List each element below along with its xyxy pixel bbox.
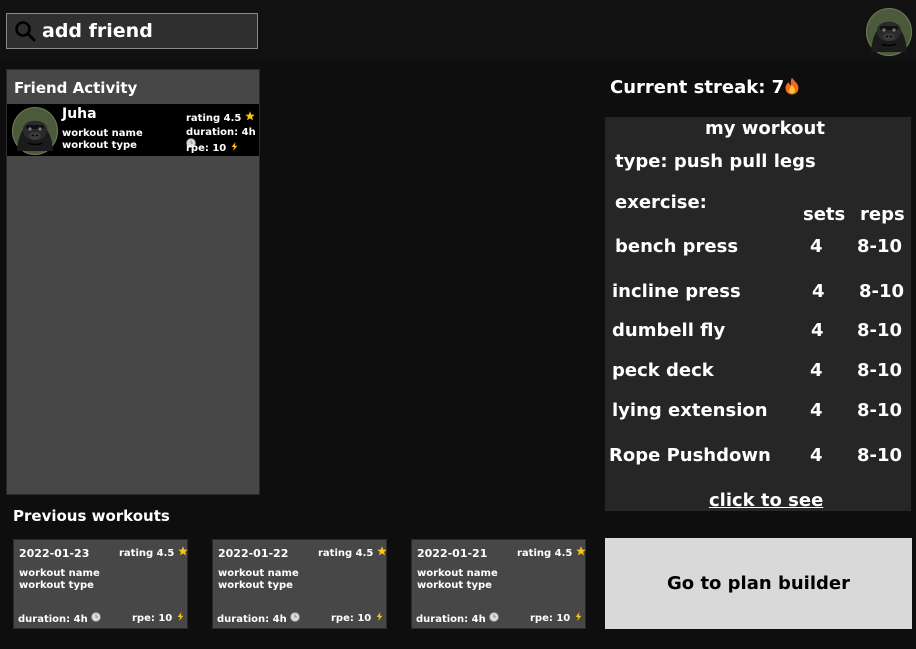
workout-rating: rating 4.5 xyxy=(517,548,573,559)
workout-type: workout type xyxy=(218,580,293,591)
workout-name: workout name xyxy=(218,568,299,579)
workout-date: 2022-01-22 xyxy=(218,547,289,560)
friend-activity-title: Friend Activity xyxy=(14,79,138,97)
workout-duration: duration: 4h xyxy=(416,614,486,625)
exercise-name: dumbell fly xyxy=(612,320,726,341)
workout-rpe: rpe: 10 xyxy=(132,613,173,624)
workout-rating: rating 4.5 xyxy=(318,548,374,559)
exercise-reps: 8-10 xyxy=(857,320,903,341)
exercise-sets: 4 xyxy=(810,445,823,466)
workout-rpe: rpe: 10 xyxy=(331,613,372,624)
friend-workout-type: workout type xyxy=(62,140,137,151)
workout-type: workout type xyxy=(417,580,492,591)
star-icon xyxy=(377,546,387,556)
previous-workout-card[interactable]: 2022-01-23 rating 4.5 workout name worko… xyxy=(13,539,188,629)
workout-name: workout name xyxy=(417,568,498,579)
exercise-name: incline press xyxy=(612,281,741,302)
sets-header: sets xyxy=(803,204,846,225)
previous-workout-card[interactable]: 2022-01-22 rating 4.5 workout name worko… xyxy=(212,539,387,629)
workout-date: 2022-01-21 xyxy=(417,547,488,560)
lightning-icon xyxy=(375,612,384,621)
friend-avatar[interactable] xyxy=(12,107,58,155)
workout-type: type: push pull legs xyxy=(615,151,816,172)
workout-date: 2022-01-23 xyxy=(19,547,90,560)
workout-name: workout name xyxy=(19,568,100,579)
previous-workout-card[interactable]: 2022-01-21 rating 4.5 workout name worko… xyxy=(411,539,586,629)
add-friend-input[interactable] xyxy=(42,20,232,42)
clock-icon xyxy=(290,612,300,622)
exercise-label: exercise: xyxy=(615,192,707,213)
current-streak: Current streak: 7 xyxy=(610,77,800,98)
exercise-name: peck deck xyxy=(612,360,714,381)
exercise-reps: 8-10 xyxy=(857,400,903,421)
streak-label: Current streak: 7 xyxy=(610,77,785,98)
search-bar[interactable] xyxy=(6,13,258,49)
my-workout-panel: my workout type: push pull legs exercise… xyxy=(605,117,911,511)
workout-duration: duration: 4h xyxy=(217,614,287,625)
my-workout-title: my workout xyxy=(705,118,825,139)
reps-header: reps xyxy=(860,204,905,225)
exercise-name: Rope Pushdown xyxy=(609,445,771,466)
exercise-reps: 8-10 xyxy=(859,281,905,302)
exercise-sets: 4 xyxy=(811,320,824,341)
workout-rpe: rpe: 10 xyxy=(530,613,571,624)
star-icon xyxy=(245,111,255,121)
clock-icon xyxy=(489,612,499,622)
friend-rpe: rpe: 10 xyxy=(186,143,227,154)
exercise-sets: 4 xyxy=(810,236,823,257)
exercise-sets: 4 xyxy=(812,281,825,302)
workout-type: workout type xyxy=(19,580,94,591)
lightning-icon xyxy=(176,612,185,621)
star-icon xyxy=(178,546,188,556)
search-icon xyxy=(15,21,36,42)
exercise-sets: 4 xyxy=(810,360,823,381)
exercise-reps: 8-10 xyxy=(857,445,903,466)
exercise-name: bench press xyxy=(615,236,739,257)
exercise-reps: 8-10 xyxy=(857,236,903,257)
lightning-icon xyxy=(574,612,583,621)
workout-rating: rating 4.5 xyxy=(119,548,175,559)
exercise-name: lying extension xyxy=(612,400,768,421)
exercise-reps: 8-10 xyxy=(857,360,903,381)
click-to-see-link[interactable]: click to see xyxy=(709,490,823,511)
star-icon xyxy=(576,546,586,556)
fire-icon xyxy=(784,77,800,95)
plan-builder-button[interactable]: Go to plan builder xyxy=(605,538,912,629)
profile-avatar[interactable] xyxy=(866,8,912,56)
clock-icon xyxy=(91,612,101,622)
friend-activity-panel: Friend Activity Juha workout name workou… xyxy=(6,69,260,495)
previous-workouts-title: Previous workouts xyxy=(13,507,170,525)
friend-activity-card[interactable]: Juha workout name workout type rating 4.… xyxy=(7,104,259,156)
friend-rating: rating 4.5 xyxy=(186,113,242,124)
workout-duration: duration: 4h xyxy=(18,614,88,625)
friend-workout-name: workout name xyxy=(62,128,143,139)
lightning-icon xyxy=(230,142,239,151)
friend-name[interactable]: Juha xyxy=(62,106,97,122)
exercise-sets: 4 xyxy=(810,400,823,421)
friend-duration: duration: 4h xyxy=(186,127,256,138)
